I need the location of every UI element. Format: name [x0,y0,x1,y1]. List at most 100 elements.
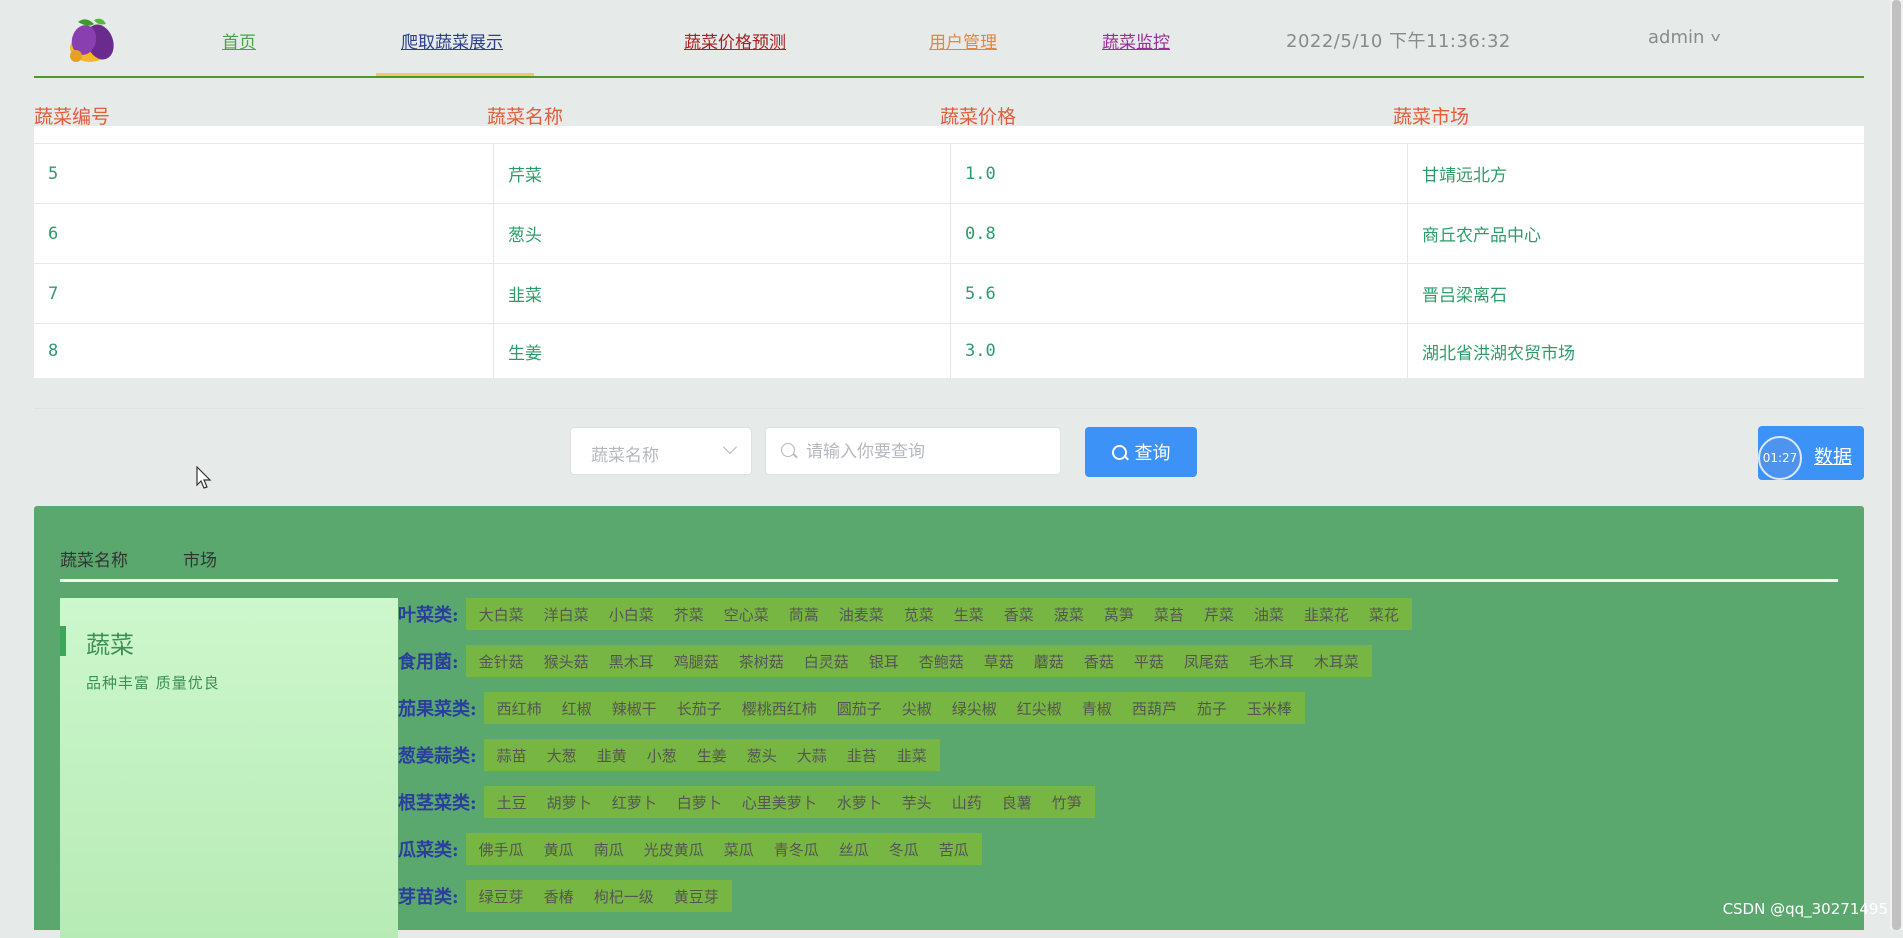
group-label: 葱姜蒜类: [398,746,477,767]
vegetable-tag[interactable]: 芥菜 [667,604,711,625]
vegetable-tag[interactable]: 韭菜花 [1297,604,1356,625]
vegetable-tag[interactable]: 红萝卜 [605,792,664,813]
vegetable-tag[interactable]: 草菇 [977,651,1021,672]
vegetable-tag[interactable]: 香菇 [1077,651,1121,672]
vegetable-tag[interactable]: 心里美萝卜 [735,792,824,813]
vegetable-tag[interactable]: 良薯 [995,792,1039,813]
vegetable-tag[interactable]: 生菜 [947,604,991,625]
nav-crawl-display[interactable]: 爬取蔬菜展示 [401,28,503,53]
vegetable-tag[interactable]: 杏鲍菇 [912,651,971,672]
vegetable-tag[interactable]: 南瓜 [587,839,631,860]
vegetable-tag[interactable]: 韭菜 [890,745,934,766]
vegetable-tag[interactable]: 冬瓜 [882,839,926,860]
vegetable-tag[interactable]: 菜花 [1362,604,1406,625]
vegetable-tag[interactable]: 大葱 [540,745,584,766]
vegetable-tag[interactable]: 水萝卜 [830,792,889,813]
vegetable-tag[interactable]: 蘑菇 [1027,651,1071,672]
group-label: 食用菌: [398,652,459,673]
user-menu[interactable]: admin v [1648,27,1721,48]
vegetable-tag[interactable]: 樱桃西红柿 [735,698,824,719]
vegetable-tag[interactable]: 芹菜 [1197,604,1241,625]
vegetable-tag[interactable]: 西葫芦 [1125,698,1184,719]
vegetable-tag[interactable]: 黄瓜 [537,839,581,860]
nav-user-management[interactable]: 用户管理 [929,28,997,53]
vegetable-tag[interactable]: 空心菜 [717,604,776,625]
vegetable-tag[interactable]: 辣椒干 [605,698,664,719]
vegetable-tag[interactable]: 凤尾菇 [1177,651,1236,672]
vegetable-tag[interactable]: 黄豆芽 [667,886,726,907]
vegetable-tag[interactable]: 尖椒 [895,698,939,719]
vegetable-tag[interactable]: 红椒 [555,698,599,719]
tab-vegetable-name[interactable]: 蔬菜名称 [60,546,128,571]
vegetable-tag[interactable]: 小葱 [640,745,684,766]
vegetable-tag[interactable]: 洋白菜 [537,604,596,625]
vegetable-tag[interactable]: 葱头 [740,745,784,766]
nav-price-forecast[interactable]: 蔬菜价格预测 [684,28,786,53]
vegetable-tag[interactable]: 竹笋 [1045,792,1089,813]
category-group: 食用菌: 金针菇 猴头菇 黑木耳 鸡腿菇 茶树菇 白灵菇 银耳 杏鲍菇 草菇 蘑菇 香菇 平菇 凤尾菇毛… [398,645,1372,677]
vegetable-tag[interactable]: 圆茄子 [830,698,889,719]
nav-home[interactable]: 首页 [222,28,256,53]
vegetable-tag[interactable]: 油麦菜 [832,604,891,625]
vegetable-tag[interactable]: 大蒜 [790,745,834,766]
vegetable-category-panel: 蔬菜名称 市场 蔬菜 品种丰富 质量优良 叶菜类: 大白菜 洋白菜 小白菜 芥菜 空心菜… [34,506,1864,938]
nav-monitor[interactable]: 蔬菜监控 [1102,28,1170,53]
vegetable-tag[interactable]: 菠菜 [1047,604,1091,625]
vegetable-tag[interactable]: 木耳菜 [1307,651,1366,672]
tag-list: 佛手瓜 黄瓜 南瓜 光皮黄瓜 菜瓜 青冬瓜 丝瓜 冬瓜 苦瓜 [465,833,982,865]
vegetable-tag[interactable]: 平菇 [1127,651,1171,672]
vegetable-tag[interactable]: 绿豆芽 [472,886,531,907]
vegetable-tag[interactable]: 佛手瓜 [472,839,531,860]
search-input[interactable] [804,428,1058,476]
query-button[interactable]: 查询 [1085,427,1197,477]
vegetable-tag[interactable]: 玉米棒 [1240,698,1299,719]
vegetable-tag[interactable]: 油菜 [1247,604,1291,625]
vegetable-tag[interactable]: 白灵菇 [797,651,856,672]
vegetable-tag[interactable]: 茼蒿 [782,604,826,625]
vegetable-tag[interactable]: 丝瓜 [832,839,876,860]
vegetable-tag[interactable]: 青冬瓜 [767,839,826,860]
vegetable-tag[interactable]: 大白菜 [472,604,531,625]
vegetable-tag[interactable]: 青椒 [1075,698,1119,719]
vegetable-tag[interactable]: 菜瓜 [717,839,761,860]
vegetable-tag[interactable]: 山药 [945,792,989,813]
vegetable-tag[interactable]: 韭苔 [840,745,884,766]
vegetable-tag[interactable]: 鸡腿菇 [667,651,726,672]
vegetable-tag[interactable]: 韭黄 [590,745,634,766]
vegetable-name-select[interactable]: 蔬菜名称 [570,427,752,475]
vegetable-tag[interactable]: 茄子 [1190,698,1234,719]
vegetable-table: 5 芹菜 1.0 甘靖远北方 6 葱头 0.8 商丘农产品中心 7 韭菜 5.6… [34,126,1864,378]
vegetable-tag[interactable]: 黑木耳 [602,651,661,672]
vegetable-tag[interactable]: 莴笋 [1097,604,1141,625]
tab-market[interactable]: 市场 [183,546,217,571]
vegetable-tag[interactable]: 蒜苗 [490,745,534,766]
vegetable-tag[interactable]: 菜苔 [1147,604,1191,625]
vegetable-tag[interactable]: 香椿 [537,886,581,907]
vegetable-tag[interactable]: 毛木耳 [1242,651,1301,672]
vegetable-tag[interactable]: 土豆 [490,792,534,813]
vegetable-tag[interactable]: 金针菇 [472,651,531,672]
cell-name: 芹菜 [494,144,951,203]
vegetable-tag[interactable]: 生姜 [690,745,734,766]
vegetable-tag[interactable]: 红尖椒 [1010,698,1069,719]
vegetable-tag[interactable]: 西红柿 [490,698,549,719]
vegetable-tag[interactable]: 枸杞一级 [587,886,661,907]
vegetable-tag[interactable]: 银耳 [862,651,906,672]
vegetable-tag[interactable]: 光皮黄瓜 [637,839,711,860]
cell-name: 生姜 [494,324,951,378]
page-scrollbar[interactable] [1890,0,1903,930]
cell-id: 8 [34,324,494,378]
vegetable-tag[interactable]: 茶树菇 [732,651,791,672]
vegetable-tag[interactable]: 香菜 [997,604,1041,625]
vegetable-tag[interactable]: 苋菜 [897,604,941,625]
vegetable-tag[interactable]: 小白菜 [602,604,661,625]
vegetable-tag[interactable]: 猴头菇 [537,651,596,672]
vegetable-tag[interactable]: 长茄子 [670,698,729,719]
vegetable-tag[interactable]: 白萝卜 [670,792,729,813]
group-label: 叶菜类: [398,605,459,626]
vegetable-tag[interactable]: 苦瓜 [932,839,976,860]
vegetable-tag[interactable]: 胡萝卜 [540,792,599,813]
vegetable-tag[interactable]: 芋头 [895,792,939,813]
vegetable-tag[interactable]: 绿尖椒 [945,698,1004,719]
scrollbar-thumb[interactable] [1892,0,1901,930]
